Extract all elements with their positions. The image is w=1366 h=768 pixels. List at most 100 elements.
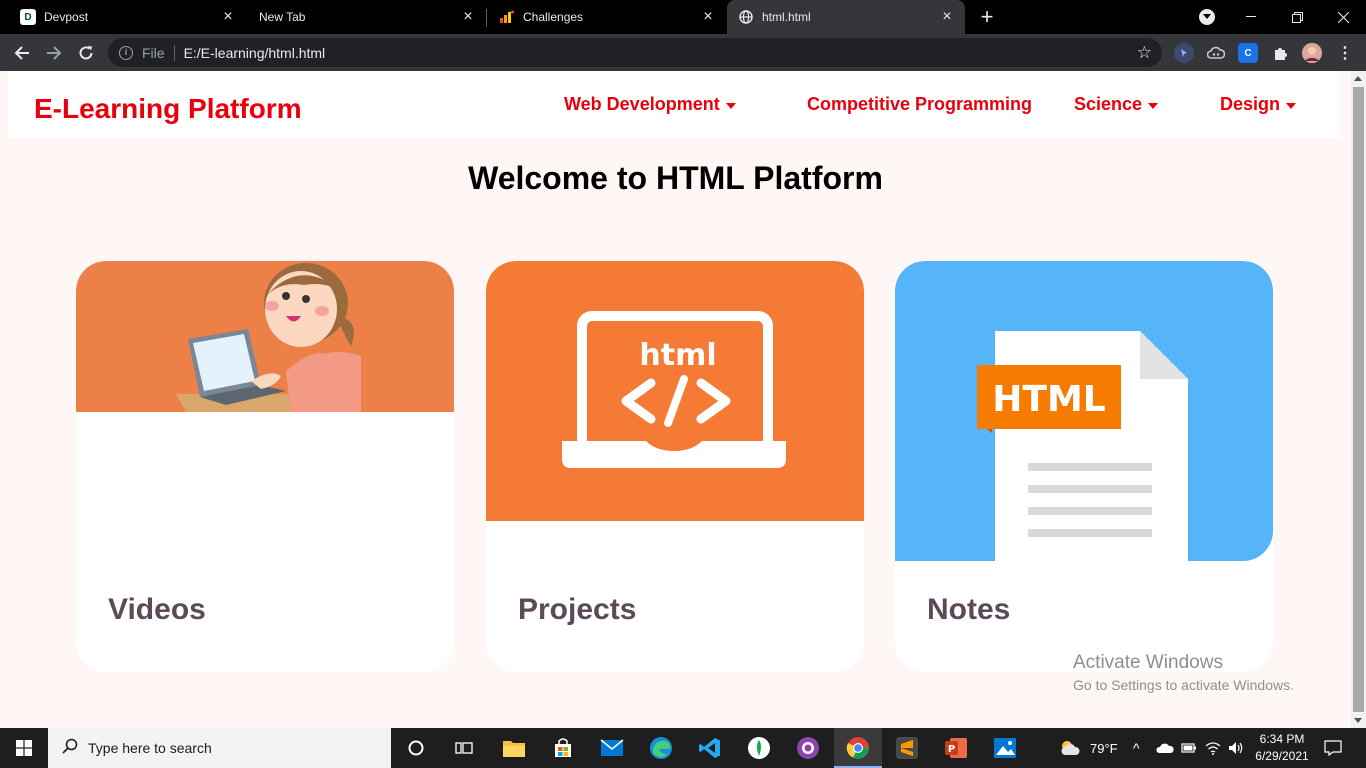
close-icon[interactable]: × — [460, 9, 476, 25]
page-title: Welcome to HTML Platform — [468, 160, 883, 196]
tab-html[interactable]: html.html × — [727, 0, 965, 34]
minimize-icon[interactable] — [1228, 0, 1274, 34]
edge-browser-icon[interactable] — [647, 734, 675, 762]
new-tab-plus-icon[interactable]: + — [976, 6, 998, 28]
card-title-videos[interactable]: Videos — [108, 593, 206, 627]
page-viewport: E-Learning Platform Web Development Comp… — [0, 71, 1351, 728]
tab-new-tab[interactable]: New Tab × — [246, 0, 486, 34]
card-projects[interactable]: html Projects — [486, 261, 864, 672]
show-hidden-icons-chevron-icon[interactable]: ^ — [1133, 728, 1140, 768]
profile-avatar[interactable] — [1302, 43, 1322, 63]
card-title-notes[interactable]: Notes — [927, 593, 1010, 627]
nav-design[interactable]: Design — [1220, 94, 1297, 115]
nav-competitive-programming[interactable]: Competitive Programming — [807, 94, 1032, 115]
volume-icon[interactable] — [1228, 728, 1244, 768]
scroll-down-icon[interactable] — [1354, 718, 1362, 723]
videos-card-body[interactable]: Videos — [76, 561, 454, 672]
weather-widget[interactable]: 79°F — [1058, 728, 1118, 768]
nav-science[interactable]: Science — [1074, 94, 1159, 115]
c-extension-icon[interactable]: C — [1238, 43, 1258, 63]
omnibox-divider — [173, 44, 175, 61]
tab-challenges[interactable]: Challenges × — [487, 0, 726, 34]
card-spacer — [486, 521, 864, 561]
notes-illustration: HTML — [895, 261, 1273, 561]
window-close-icon[interactable] — [1320, 0, 1366, 34]
card-title-projects[interactable]: Projects — [518, 593, 636, 627]
scroll-up-icon[interactable] — [1354, 76, 1362, 81]
card-notes[interactable]: HTML Notes — [895, 261, 1273, 672]
reload-icon[interactable] — [73, 40, 99, 66]
windows-taskbar: Type here to search P 79°F ^ 6:34 PM 6/2… — [0, 728, 1366, 768]
nav-label: Design — [1220, 94, 1281, 114]
tab-devpost[interactable]: D Devpost × — [0, 0, 246, 34]
forward-arrow-icon[interactable] — [41, 40, 67, 66]
menu-kebab-icon[interactable]: ⋮ — [1335, 43, 1355, 63]
cursor-extension-icon[interactable] — [1174, 43, 1194, 63]
cortana-icon[interactable] — [402, 734, 430, 762]
nav-web-development[interactable]: Web Development — [564, 94, 736, 115]
activate-windows-title: Activate Windows — [1073, 652, 1223, 673]
globe-icon — [738, 9, 754, 25]
videos-illustration — [76, 261, 454, 412]
challenges-favicon-icon — [499, 9, 515, 25]
wifi-icon[interactable] — [1205, 728, 1221, 768]
restore-icon[interactable] — [1274, 0, 1320, 34]
tab-label: Devpost — [44, 10, 89, 24]
chrome-icon[interactable] — [844, 734, 872, 762]
weather-cloud-sun-icon — [1061, 741, 1080, 755]
info-icon[interactable]: i — [119, 45, 133, 60]
nav-label: Web Development — [564, 94, 720, 114]
task-view-icon[interactable] — [450, 734, 478, 762]
windows-start-icon[interactable] — [0, 728, 48, 768]
tab-strip: D Devpost × New Tab × Challenges × html.… — [0, 0, 1366, 34]
cloud-extension-icon[interactable] — [1206, 43, 1226, 63]
taskbar-clock[interactable]: 6:34 PM 6/29/2021 — [1250, 731, 1314, 765]
battery-icon[interactable] — [1181, 728, 1197, 768]
mongodb-compass-icon[interactable] — [745, 734, 773, 762]
activate-windows-subtitle: Go to Settings to activate Windows. — [1073, 677, 1294, 693]
close-icon[interactable]: × — [939, 9, 955, 25]
tab-search-chevron-icon[interactable] — [1199, 9, 1215, 25]
vscode-icon[interactable] — [696, 734, 724, 762]
site-navbar: E-Learning Platform Web Development Comp… — [8, 71, 1340, 138]
bookmark-star-icon[interactable]: ☆ — [1137, 43, 1152, 63]
scheme-label: File — [142, 44, 165, 61]
taskbar-search-input[interactable]: Type here to search — [48, 728, 391, 768]
search-icon — [62, 738, 78, 759]
site-brand[interactable]: E-Learning Platform — [34, 93, 302, 125]
mail-icon[interactable] — [598, 734, 626, 762]
projects-card-body[interactable]: Projects — [486, 561, 864, 672]
caret-down-icon — [1148, 102, 1159, 109]
powerpoint-icon[interactable]: P — [942, 734, 970, 762]
nav-label: Science — [1074, 94, 1143, 114]
clock-time: 6:34 PM — [1259, 732, 1305, 746]
notifications-icon[interactable] — [1324, 728, 1342, 768]
browser-toolbar: i File E:/E-learning/html.html ☆ C ⋮ — [0, 34, 1366, 71]
svg-text:HTML: HTML — [992, 379, 1105, 420]
microsoft-store-icon[interactable] — [549, 734, 577, 762]
photos-icon[interactable] — [991, 734, 1019, 762]
tab-label: Challenges — [523, 10, 584, 24]
projects-illustration: html — [486, 261, 864, 521]
file-explorer-icon[interactable] — [500, 734, 528, 762]
github-desktop-icon[interactable] — [794, 734, 822, 762]
caret-down-icon — [1286, 102, 1297, 109]
svg-text:html: html — [639, 338, 716, 373]
caret-down-icon — [725, 102, 736, 109]
sublime-text-icon[interactable] — [893, 734, 921, 762]
card-videos[interactable]: Videos — [76, 261, 454, 672]
svg-text:P: P — [948, 744, 955, 755]
onedrive-cloud-icon[interactable] — [1156, 728, 1174, 768]
back-arrow-icon[interactable] — [9, 40, 35, 66]
tab-label: New Tab — [259, 10, 306, 24]
close-icon[interactable]: × — [700, 9, 716, 25]
address-bar[interactable]: i File E:/E-learning/html.html ☆ — [108, 38, 1162, 67]
puzzle-extensions-icon[interactable] — [1270, 43, 1290, 63]
close-icon[interactable]: × — [220, 9, 236, 25]
scrollbar-thumb[interactable] — [1353, 87, 1364, 712]
search-placeholder: Type here to search — [88, 740, 212, 756]
page-scrollbar[interactable] — [1351, 71, 1366, 728]
devpost-favicon-icon: D — [20, 9, 36, 25]
tab-label: html.html — [762, 10, 811, 24]
url-text[interactable]: E:/E-learning/html.html — [184, 45, 326, 61]
